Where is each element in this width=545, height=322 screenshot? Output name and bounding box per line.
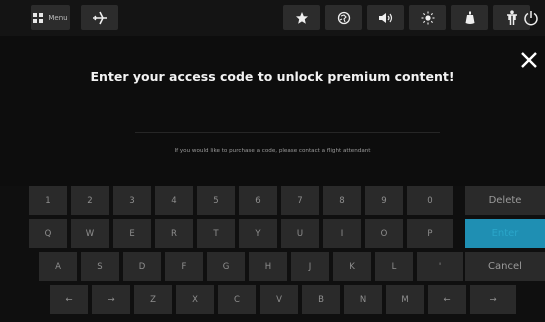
key-5[interactable]: 5 <box>197 186 235 215</box>
menu-button[interactable]: Menu <box>31 5 70 30</box>
key-d[interactable]: D <box>123 252 161 281</box>
cursor-right-key-2[interactable]: → <box>470 285 516 314</box>
key-j[interactable]: J <box>291 252 329 281</box>
enter-key[interactable]: Enter <box>465 219 545 248</box>
key-u[interactable]: U <box>281 219 319 248</box>
lamp-icon <box>465 11 474 24</box>
input-divider <box>135 132 440 133</box>
cancel-key[interactable]: Cancel <box>465 252 545 281</box>
attendant-call-icon <box>506 9 517 25</box>
language-button[interactable] <box>325 5 362 30</box>
dialog-title: Enter your access code to unlock premium… <box>90 69 455 84</box>
top-bar: Menu <box>0 0 545 36</box>
key-c[interactable]: C <box>218 285 256 314</box>
key-x[interactable]: X <box>176 285 214 314</box>
volume-icon <box>378 12 392 23</box>
airplane-icon <box>92 11 107 24</box>
key-b[interactable]: B <box>302 285 340 314</box>
key-l[interactable]: L <box>375 252 413 281</box>
key-3[interactable]: 3 <box>113 186 151 215</box>
key-h[interactable]: H <box>249 252 287 281</box>
delete-key[interactable]: Delete <box>465 186 545 215</box>
key-2[interactable]: 2 <box>71 186 109 215</box>
key-o[interactable]: O <box>365 219 403 248</box>
cursor-left-key-2[interactable]: ← <box>428 285 466 314</box>
menu-label: Menu <box>48 13 68 22</box>
key-i[interactable]: I <box>323 219 361 248</box>
key-q[interactable]: Q <box>29 219 67 248</box>
key-r[interactable]: R <box>155 219 193 248</box>
key-g[interactable]: G <box>207 252 245 281</box>
key-0[interactable]: 0 <box>407 186 453 215</box>
key-7[interactable]: 7 <box>281 186 319 215</box>
key-8[interactable]: 8 <box>323 186 361 215</box>
key-k[interactable]: K <box>333 252 371 281</box>
brightness-icon <box>421 11 434 24</box>
key-4[interactable]: 4 <box>155 186 193 215</box>
key-w[interactable]: W <box>71 219 109 248</box>
cursor-right-key[interactable]: → <box>92 285 130 314</box>
key-v[interactable]: V <box>260 285 298 314</box>
key-1[interactable]: 1 <box>29 186 67 215</box>
key-s[interactable]: S <box>81 252 119 281</box>
airplane-button[interactable] <box>81 5 118 30</box>
key-f[interactable]: F <box>165 252 203 281</box>
key-m[interactable]: M <box>386 285 424 314</box>
power-button[interactable] <box>517 5 544 30</box>
globe-icon <box>337 11 350 24</box>
key-apostrophe[interactable]: ' <box>417 252 463 281</box>
power-icon <box>523 10 538 25</box>
cursor-left-key[interactable]: ← <box>50 285 88 314</box>
favorites-button[interactable] <box>283 5 320 30</box>
key-n[interactable]: N <box>344 285 382 314</box>
key-p[interactable]: P <box>407 219 453 248</box>
key-t[interactable]: T <box>197 219 235 248</box>
volume-button[interactable] <box>367 5 404 30</box>
key-e[interactable]: E <box>113 219 151 248</box>
reading-light-button[interactable] <box>451 5 488 30</box>
star-icon <box>295 11 308 24</box>
key-y[interactable]: Y <box>239 219 277 248</box>
key-a[interactable]: A <box>39 252 77 281</box>
key-6[interactable]: 6 <box>239 186 277 215</box>
menu-icon <box>33 12 44 23</box>
dialog-subtitle: If you would like to purchase a code, pl… <box>174 148 371 154</box>
key-z[interactable]: Z <box>134 285 172 314</box>
brightness-button[interactable] <box>409 5 446 30</box>
key-9[interactable]: 9 <box>365 186 403 215</box>
on-screen-keyboard: 1 2 3 4 5 6 7 8 9 0 Delete Q W E R T Y U… <box>0 186 545 322</box>
